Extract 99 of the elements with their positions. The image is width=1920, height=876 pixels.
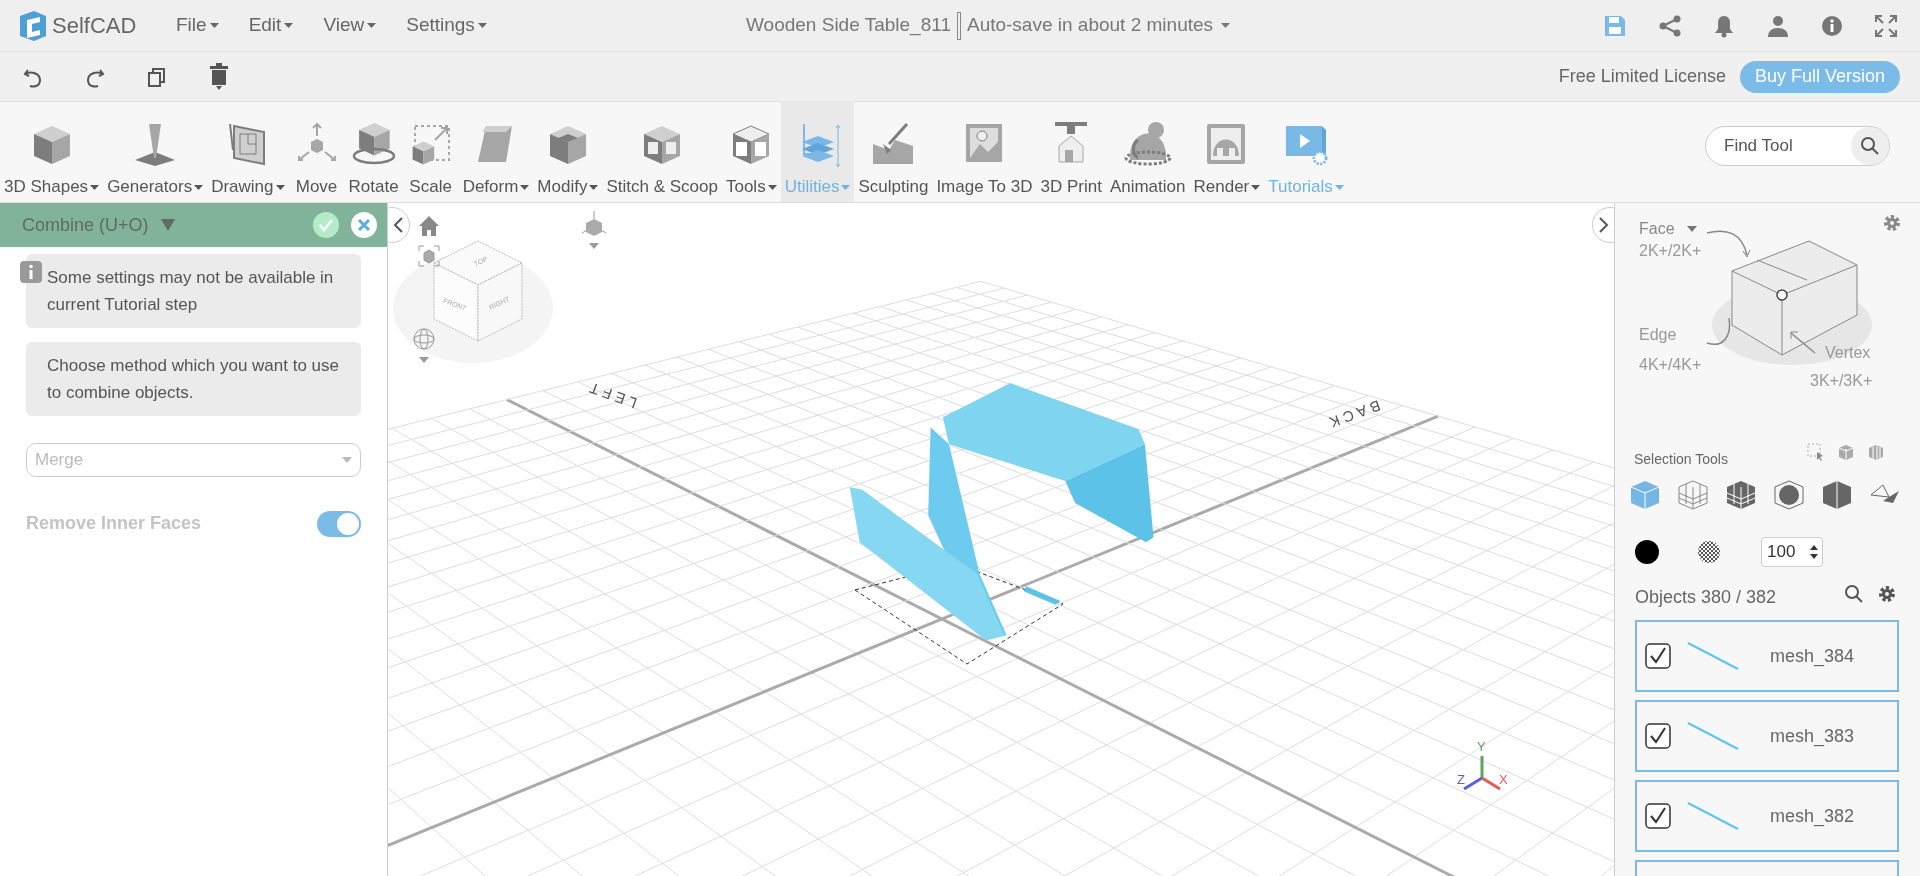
user-icon[interactable] [1766,13,1790,38]
settings-icon[interactable] [1877,584,1897,604]
toolbar-tool[interactable]: Render [1189,101,1265,202]
vertex-count: 3K+/3K+ [1810,371,1873,391]
toolbar-tool[interactable]: Tools [721,101,781,202]
menu-item[interactable]: File [176,11,219,40]
toolbar-tool[interactable]: 3D Print [1036,101,1106,202]
caret-icon [194,184,204,190]
caret-icon [342,457,352,463]
toggle-label: Remove Inner Faces [26,512,202,535]
object-row[interactable]: mesh_382 [1635,780,1899,852]
caret-icon[interactable] [160,219,175,231]
caret-icon [367,23,377,28]
toolbar-tool[interactable]: Scale [402,101,459,202]
ground-label: LEFT [583,378,640,413]
toolbar-tool[interactable]: Animation [1105,101,1190,202]
line-preview-icon [1686,641,1740,671]
caret-icon [284,23,294,28]
selection-tools-label: Selection Tools [1634,450,1728,469]
toolbar-tool[interactable]: 3D Shapes [0,101,104,202]
axis-gizmo-drawing: Y Z X [1457,739,1508,791]
object-name: mesh_383 [1770,724,1855,749]
autosave-dropdown[interactable]: Auto-save in about 2 minutes [966,11,1231,40]
menu-item[interactable]: Edit [248,11,294,40]
texture-sphere-icon[interactable] [1697,540,1721,564]
info-icon[interactable] [1821,14,1843,37]
cube-layers-icon[interactable] [1867,443,1885,461]
settings-icon[interactable] [1882,213,1902,233]
caret-icon [520,184,530,190]
toolbar-tool[interactable]: Drawing [207,101,289,202]
panel-title: Combine (U+O) [22,213,149,237]
search-icon[interactable] [1860,136,1880,156]
checkbox[interactable] [1645,723,1671,749]
toolbar-tool[interactable]: Modify [533,101,603,202]
object-row[interactable]: mesh_384 [1635,620,1899,692]
toolbar-tool[interactable]: Rotate [344,101,403,202]
color-swatch[interactable] [1635,540,1659,564]
close-icon[interactable] [351,212,377,238]
line-preview-icon [1686,801,1740,831]
fit-view-icon[interactable] [418,245,440,267]
caret-icon [209,23,219,28]
orbit-icon[interactable] [412,327,436,365]
caret-icon [275,184,285,190]
info-note: Choose method which you want to use to combine objects. [47,355,340,404]
toolbar-tool[interactable]: Image To 3D [932,101,1037,202]
confirm-icon[interactable] [313,212,339,238]
caret-icon [1251,184,1261,190]
dark-grid-cube-icon[interactable] [1725,479,1757,511]
toolbar-tool[interactable]: Deform [458,101,534,202]
info-icon [20,261,42,283]
caret-icon [1221,23,1231,28]
box-select-icon[interactable] [1807,443,1825,461]
caret-icon [1334,184,1344,190]
logo-icon [18,9,48,42]
menu-item[interactable]: Settings [406,11,487,40]
split-cube-icon[interactable] [1821,479,1853,511]
objects-count-label: Objects 380 / 382 [1635,586,1777,609]
caret-icon [477,23,487,28]
vertex-label: Vertex [1825,343,1871,363]
object-name: mesh_384 [1770,644,1855,669]
edge-label: Edge [1639,325,1677,345]
chevron-left-icon [393,217,403,233]
object-name: mesh_382 [1770,804,1855,829]
checkbox[interactable] [1645,643,1671,669]
object-row[interactable]: mesh_383 [1635,700,1899,772]
line-preview-icon [1686,721,1740,751]
fullscreen-icon[interactable] [1874,13,1898,38]
caret-icon [841,184,851,190]
menu-item[interactable]: View [323,11,377,40]
toolbar-tool[interactable]: Generators [103,101,208,202]
search-icon[interactable] [1844,584,1864,604]
elephant-film-icon [1123,120,1172,168]
checkbox[interactable] [1645,803,1671,829]
logo-text: SelfCAD [52,12,137,40]
toolbar-tool[interactable]: Move [288,101,345,202]
bell-icon[interactable] [1713,13,1735,38]
grid-cube-icon[interactable] [1677,479,1709,511]
sphere-cube-icon[interactable] [1773,479,1805,511]
toolbar-tool[interactable]: Stitch & Scoop [602,101,722,202]
caret-icon[interactable] [1686,226,1697,232]
spinner-arrows-icon[interactable] [1809,543,1819,561]
cube-add-icon[interactable] [1837,443,1855,461]
home-icon[interactable] [418,215,440,237]
edge-count: 4K+/4K+ [1639,355,1702,375]
save-icon[interactable] [1603,13,1627,38]
caret-icon [589,184,599,190]
copy-icon[interactable] [146,65,168,88]
share-icon[interactable] [1658,13,1682,38]
caret-icon [90,184,100,190]
chevron-right-icon [1599,217,1609,233]
caret-icon [767,184,777,190]
toolbar-tool[interactable]: Sculpting [854,101,933,202]
info-note: Some settings may not be available in current Tutorial step [47,267,335,316]
license-label: Free Limited License [1558,65,1726,88]
document-title[interactable]: Wooden Side Table_811 [746,11,951,40]
opacity-stepper[interactable]: 100 [1761,537,1823,567]
face-count: 2K+/2K+ [1639,241,1702,261]
trash-icon[interactable] [208,62,230,91]
axis-view-icon[interactable] [580,211,608,251]
